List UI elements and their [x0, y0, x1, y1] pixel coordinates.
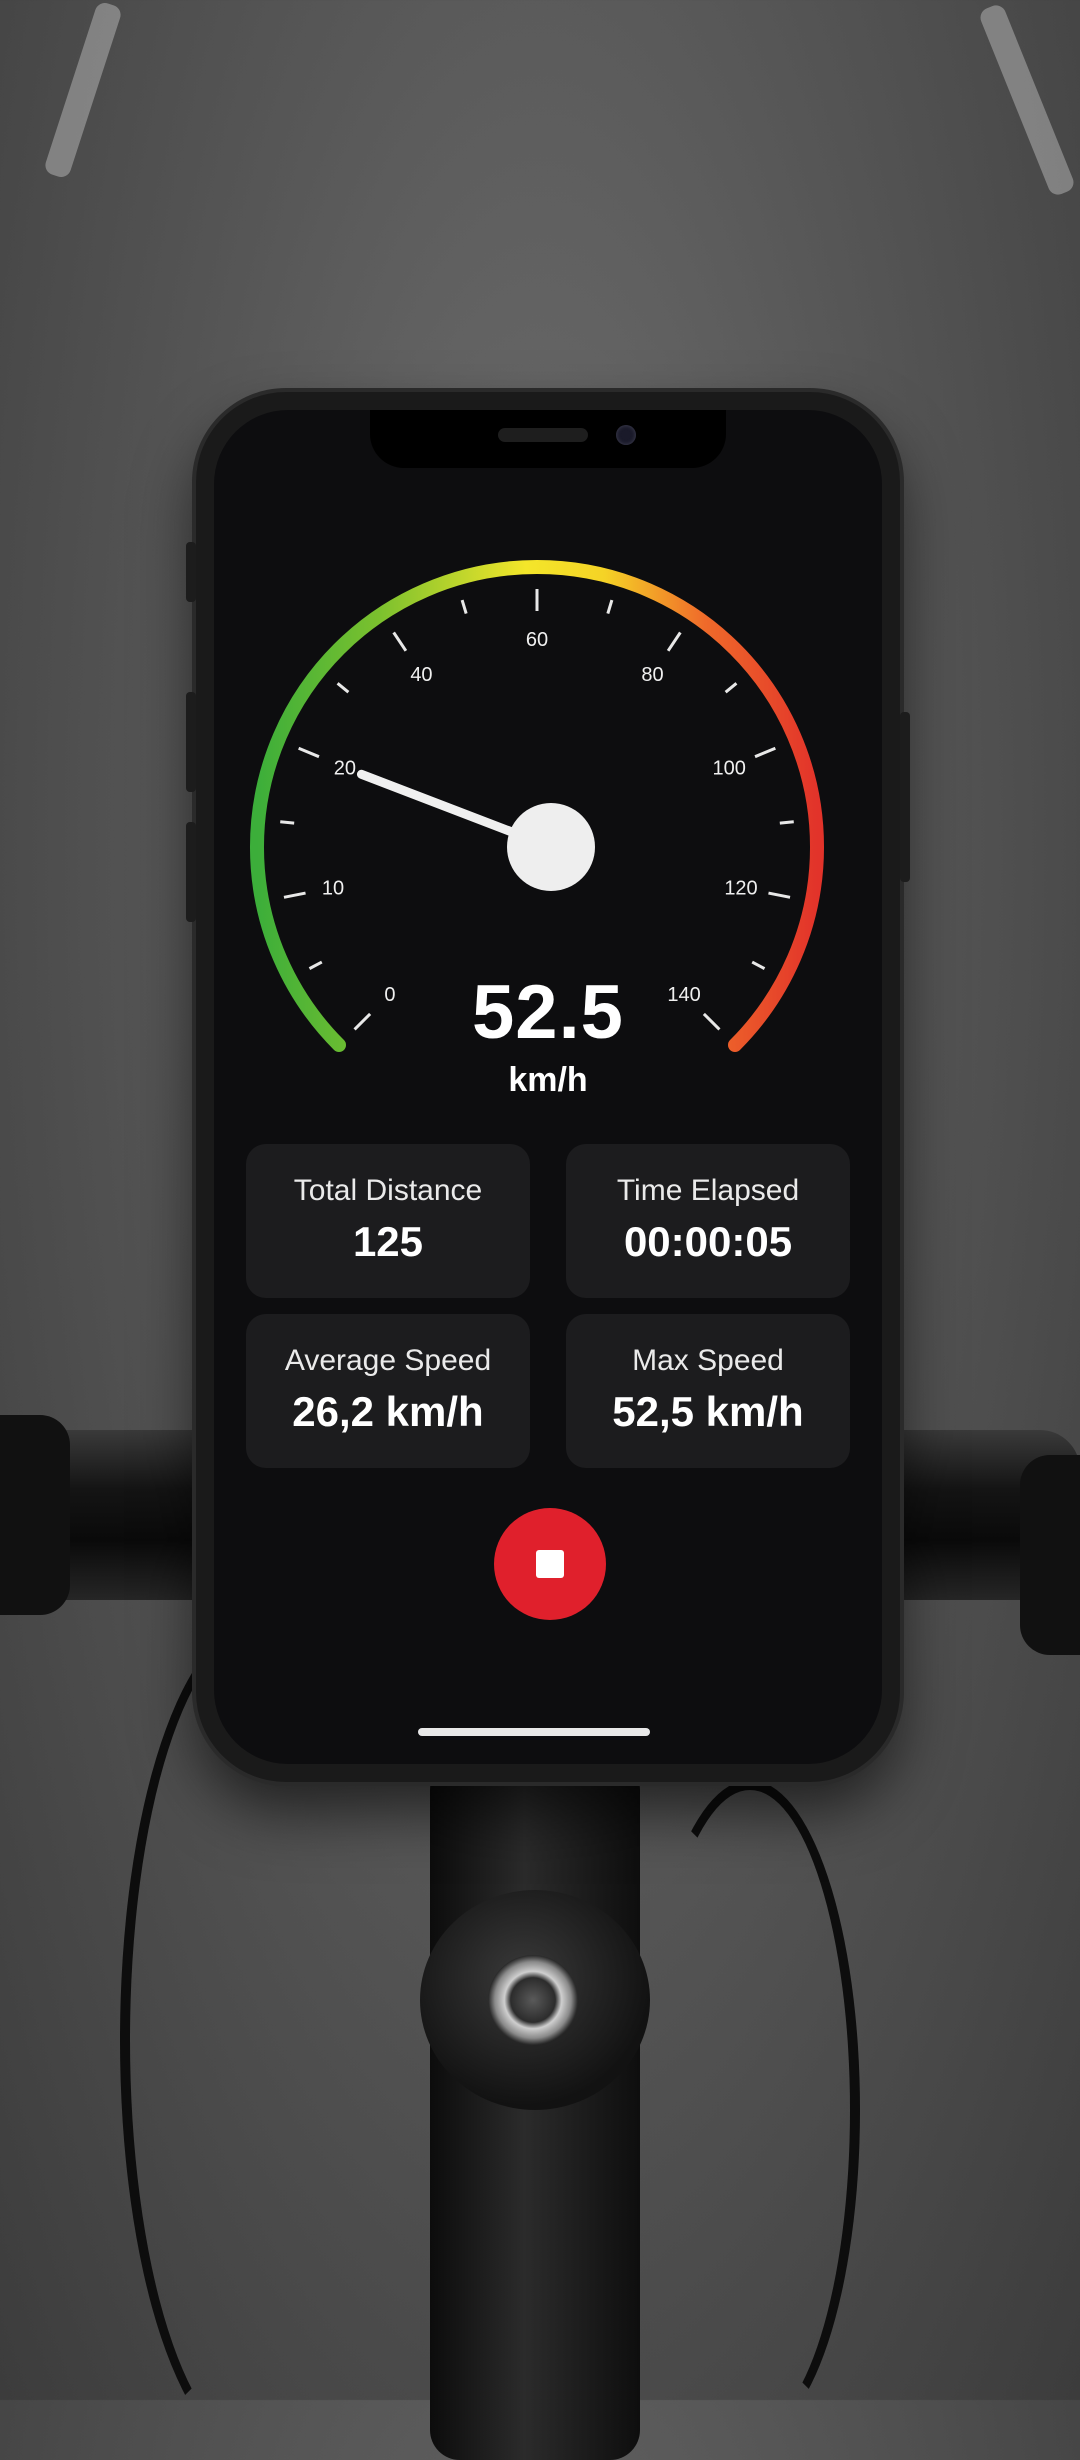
minor-tick — [751, 960, 766, 970]
average-speed-card: Average Speed 26,2 km/h — [246, 1314, 530, 1468]
tick-label: 120 — [724, 878, 757, 900]
stat-label: Average Speed — [284, 1344, 492, 1377]
stem-bolt — [488, 1955, 578, 2045]
max-speed-card: Max Speed 52,5 km/h — [566, 1314, 850, 1468]
minor-tick — [460, 599, 468, 614]
minor-tick — [724, 682, 738, 694]
minor-tick — [779, 820, 794, 825]
major-tick — [392, 631, 408, 652]
tick-label: 60 — [526, 629, 548, 651]
major-tick — [666, 631, 682, 652]
needle-hub — [507, 803, 595, 891]
stat-value: 125 — [352, 1218, 424, 1265]
minor-tick — [308, 960, 323, 970]
power-button — [900, 712, 910, 882]
tick-label: 10 — [322, 878, 344, 900]
current-speed: 52.5 — [472, 970, 624, 1055]
tick-label: 100 — [712, 757, 745, 779]
stat-value: 00:00:05 — [623, 1218, 793, 1265]
stat-label: Max Speed — [632, 1344, 784, 1377]
app-screen: 0 10 20 40 60 80 100 120 140 52.5 km/h Total Dis… — [214, 410, 882, 1764]
major-tick — [298, 746, 320, 759]
minor-tick — [336, 682, 350, 694]
road-lane-line — [977, 2, 1077, 198]
stat-value: 26,2 km/h — [292, 1388, 484, 1435]
tick-label: 20 — [334, 757, 356, 779]
stop-icon — [536, 1550, 564, 1578]
right-grip — [1020, 1455, 1080, 1655]
road-lane-line — [42, 0, 124, 180]
total-distance-card: Total Distance 125 — [246, 1144, 530, 1298]
speed-readout: 52.5 km/h — [214, 975, 882, 1100]
brake-cable — [640, 1780, 860, 2440]
stat-label: Total Distance — [293, 1174, 483, 1207]
stat-value: 52,5 km/h — [612, 1388, 804, 1435]
home-indicator[interactable] — [418, 1728, 650, 1736]
tick-label: 40 — [410, 664, 432, 686]
phone: 0 10 20 40 60 80 100 120 140 52.5 km/h Total Dis… — [186, 392, 910, 1782]
major-tick — [768, 891, 791, 899]
tick-label: 80 — [641, 664, 663, 686]
volume-down-button — [186, 822, 196, 922]
bike-stem — [430, 1760, 640, 2460]
minor-tick — [280, 820, 295, 825]
minor-tick — [606, 599, 614, 614]
major-tick — [754, 746, 776, 759]
mute-switch — [186, 542, 196, 602]
volume-up-button — [186, 692, 196, 792]
time-elapsed-card: Time Elapsed 00:00:05 — [566, 1144, 850, 1298]
stat-label: Time Elapsed — [616, 1174, 800, 1207]
major-tick — [283, 891, 306, 899]
stop-button[interactable] — [494, 1508, 606, 1620]
left-grip — [0, 1415, 70, 1615]
speed-unit: km/h — [508, 1061, 588, 1099]
